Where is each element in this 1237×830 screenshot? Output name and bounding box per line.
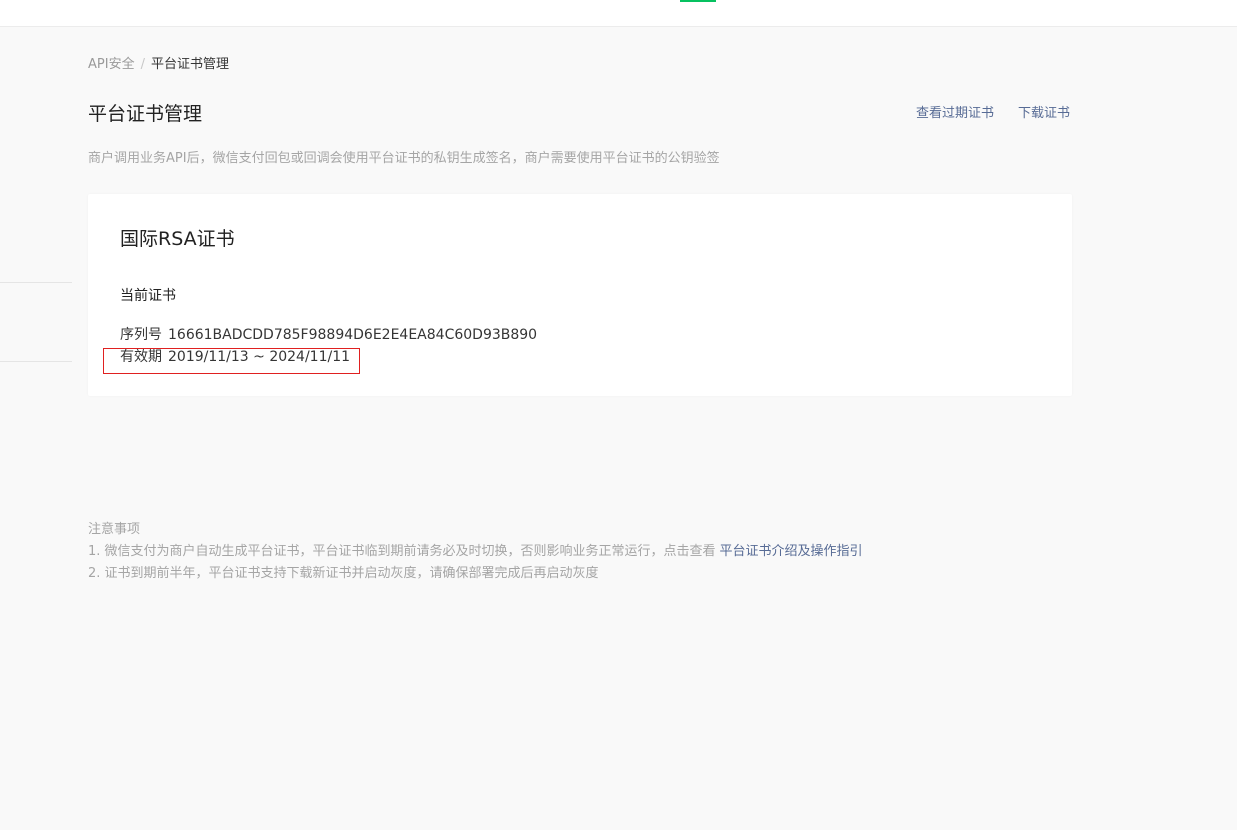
top-nav-bar: [0, 0, 1237, 27]
page-title: 平台证书管理: [88, 103, 203, 125]
page-description: 商户调用业务API后，微信支付回包或回调会使用平台证书的私钥生成签名，商户需要使…: [88, 151, 720, 166]
breadcrumb-separator: /: [140, 57, 145, 72]
breadcrumb-api-security[interactable]: API安全: [88, 57, 135, 72]
notes-item-2: 2. 证书到期前半年，平台证书支持下载新证书并启动灰度，请确保部署完成后再启动灰…: [88, 566, 599, 581]
breadcrumb: API安全 / 平台证书管理: [88, 56, 229, 74]
sidebar-divider: [0, 282, 72, 283]
view-expired-certificates-link[interactable]: 查看过期证书: [916, 106, 994, 121]
certificate-card: 国际RSA证书 当前证书 序列号 16661BADCDD785F98894D6E2…: [88, 194, 1072, 396]
download-certificate-link[interactable]: 下载证书: [1018, 106, 1070, 121]
serial-number-label: 序列号: [120, 327, 162, 343]
notes-item-1-text: 1. 微信支付为商户自动生成平台证书，平台证书临到期前请务必及时切换，否则影响业…: [88, 544, 716, 559]
breadcrumb-current: 平台证书管理: [150, 57, 229, 72]
certificate-guide-link[interactable]: 平台证书介绍及操作指引: [720, 544, 863, 559]
active-tab-indicator: [680, 0, 716, 2]
validity-value: 2019/11/13 ~ 2024/11/11: [168, 349, 351, 365]
notes-title: 注意事项: [88, 522, 141, 537]
notes-section: 注意事项 1. 微信支付为商户自动生成平台证书，平台证书临到期前请务必及时切换，…: [88, 519, 863, 585]
sidebar-divider: [0, 361, 72, 362]
header-actions: 查看过期证书 下载证书: [892, 104, 1070, 124]
card-title: 国际RSA证书: [120, 228, 235, 250]
current-certificate-heading: 当前证书: [120, 288, 176, 304]
serial-number-row: 序列号 16661BADCDD785F98894D6E2E4EA84C60D93B…: [120, 325, 537, 345]
serial-number-value: 16661BADCDD785F98894D6E2E4EA84C60D93B890: [168, 327, 538, 343]
validity-label: 有效期: [120, 349, 162, 365]
notes-item-1: 1. 微信支付为商户自动生成平台证书，平台证书临到期前请务必及时切换，否则影响业…: [88, 541, 863, 563]
validity-row: 有效期 2019/11/13 ~ 2024/11/11: [120, 347, 350, 367]
